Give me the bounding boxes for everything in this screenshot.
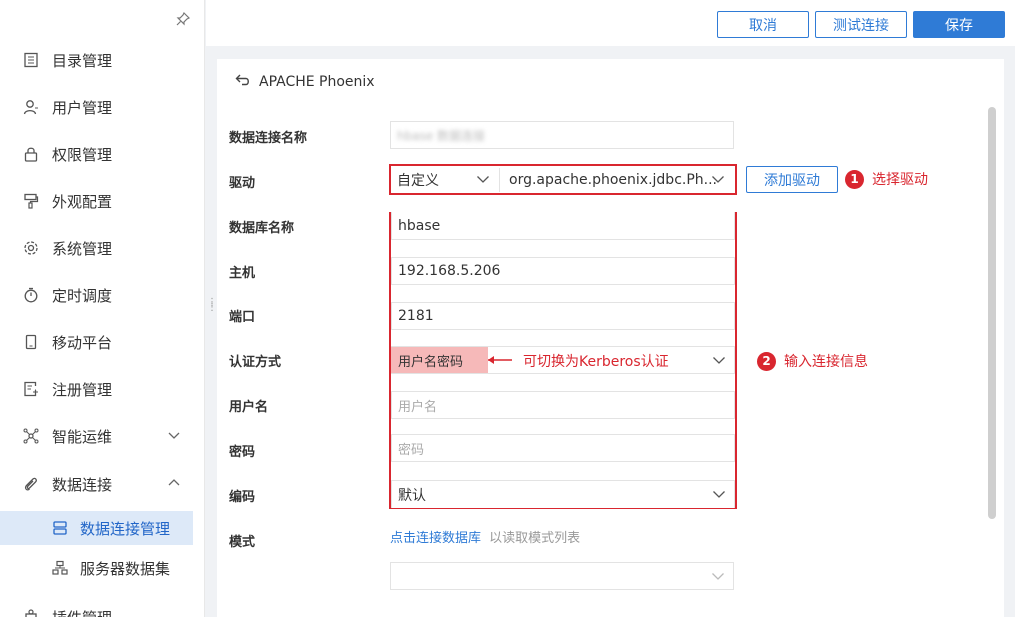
register-icon	[22, 380, 40, 398]
sidebar-item-label: 外观配置	[52, 192, 113, 211]
sidebar-item-label: 注册管理	[52, 380, 113, 399]
link-icon	[22, 475, 40, 493]
sidebar-item-label: 用户管理	[52, 98, 113, 117]
chevron-down-icon	[712, 487, 726, 504]
db-name-label: 数据库名称	[229, 221, 295, 236]
sidebar-item-appearance[interactable]: 外观配置	[0, 181, 204, 221]
resize-handle[interactable]: ⋮ ⋮	[207, 298, 217, 316]
step2-text: 输入连接信息	[784, 354, 868, 370]
sidebar-subitem-data-connection-manage[interactable]: 数据连接管理	[0, 511, 193, 545]
chevron-down-icon	[711, 569, 725, 586]
schema-hint: 以读取模式列表	[489, 531, 581, 546]
sidebar-item-schedule[interactable]: 定时调度	[0, 275, 204, 315]
username-input[interactable]: 用户名	[391, 391, 735, 419]
db-name-input[interactable]: hbase	[391, 212, 735, 240]
schema-hint-row: 点击连接数据库 以读取模式列表	[390, 527, 580, 546]
plugin-icon	[22, 608, 40, 617]
step1-annotation: 1 选择驱动	[845, 169, 928, 189]
connection-form-panel: APACHE Phoenix 数据连接名称 hbase 数据连接 驱动 自定义 …	[217, 59, 1004, 617]
sidebar-item-label: 移动平台	[52, 333, 113, 352]
host-label: 主机	[229, 266, 256, 281]
test-connection-button[interactable]: 测试连接	[815, 11, 907, 38]
username-placeholder: 用户名	[398, 399, 438, 415]
connect-database-link[interactable]: 点击连接数据库	[390, 531, 481, 546]
step2-annotation: 2 输入连接信息	[757, 351, 868, 371]
driver-label: 驱动	[229, 176, 256, 191]
schema-select[interactable]	[390, 562, 734, 590]
host-input[interactable]: 192.168.5.206	[391, 257, 735, 285]
step1-text: 选择驱动	[872, 172, 928, 188]
sidebar-item-label: 系统管理	[52, 239, 113, 258]
port-label: 端口	[229, 310, 256, 325]
ops-icon	[22, 427, 40, 445]
cancel-button[interactable]: 取消	[717, 11, 809, 38]
sidebar-item-system[interactable]: 系统管理	[0, 228, 204, 268]
sidebar-item-mobile[interactable]: 移动平台	[0, 322, 204, 362]
timer-icon	[22, 286, 40, 304]
sidebar-subitem-label: 数据连接管理	[80, 519, 171, 538]
page-title: APACHE Phoenix	[259, 74, 375, 90]
sidebar-item-label: 智能运维	[52, 427, 113, 446]
kerberos-note: 可切换为Kerberos认证	[523, 354, 669, 370]
password-input[interactable]: 密码	[391, 434, 735, 462]
back-link[interactable]: APACHE Phoenix	[235, 73, 375, 91]
port-value: 2181	[398, 308, 434, 324]
left-arrow-icon	[487, 353, 513, 369]
brush-icon	[22, 192, 40, 210]
add-driver-button[interactable]: 添加驱动	[746, 166, 838, 193]
chevron-down-icon	[712, 353, 726, 370]
port-input[interactable]: 2181	[391, 302, 735, 330]
sidebar-subitem-server-dataset[interactable]: 服务器数据集	[0, 551, 193, 585]
sidebar-item-label: 插件管理	[52, 607, 112, 617]
driver-highlight-box	[389, 164, 737, 195]
connection-name-label: 数据连接名称	[229, 131, 308, 146]
back-arrow-icon	[235, 73, 251, 91]
encoding-label: 编码	[229, 490, 256, 505]
catalog-icon	[22, 51, 40, 69]
sidebar-item-users[interactable]: 用户管理	[0, 87, 204, 127]
sidebar-subitem-label: 服务器数据集	[80, 559, 171, 578]
connection-name-value: hbase 数据连接	[397, 128, 486, 143]
step2-badge: 2	[757, 351, 776, 371]
auth-value: 用户名密码	[398, 355, 464, 370]
host-value: 192.168.5.206	[398, 263, 501, 279]
sidebar-item-catalog[interactable]: 目录管理	[0, 40, 204, 80]
encoding-select[interactable]: 默认	[391, 480, 735, 508]
mobile-icon	[22, 333, 40, 351]
db-name-value: hbase	[398, 217, 441, 234]
toolbar: 取消 测试连接 保存	[206, 0, 1015, 46]
password-placeholder: 密码	[398, 442, 425, 458]
pin-icon[interactable]	[175, 11, 191, 28]
user-icon	[22, 98, 40, 116]
auth-label: 认证方式	[229, 355, 282, 370]
sidebar-item-register[interactable]: 注册管理	[0, 369, 204, 409]
scrollbar[interactable]	[988, 107, 996, 519]
sidebar-item-permissions[interactable]: 权限管理	[0, 134, 204, 174]
sidebar-item-label: 目录管理	[52, 51, 113, 70]
password-label: 密码	[229, 445, 256, 460]
sidebar-item-ops[interactable]: 智能运维	[0, 416, 204, 456]
lock-icon	[22, 145, 40, 163]
connection-name-input[interactable]: hbase 数据连接	[390, 121, 734, 149]
encoding-value: 默认	[398, 487, 426, 504]
sidebar-item-label: 权限管理	[52, 145, 113, 164]
chevron-up-icon	[167, 476, 181, 493]
sidebar-item-data-connection[interactable]: 数据连接	[0, 464, 204, 504]
gear-icon	[22, 239, 40, 257]
database-icon	[52, 520, 68, 536]
save-button[interactable]: 保存	[913, 11, 1005, 38]
server-dataset-icon	[52, 560, 68, 576]
sidebar-item-plugins[interactable]: 插件管理	[0, 597, 204, 617]
sidebar: 目录管理 用户管理 权限管理 外观配置 系统管理 定时调度 移动平台 注册管理 …	[0, 0, 205, 617]
sidebar-item-label: 定时调度	[52, 286, 113, 305]
schema-label: 模式	[229, 535, 256, 550]
username-label: 用户名	[229, 400, 269, 415]
kerberos-annotation: 可切换为Kerberos认证	[487, 351, 669, 371]
sidebar-item-label: 数据连接	[52, 475, 113, 494]
chevron-down-icon	[167, 428, 181, 445]
step1-badge: 1	[845, 169, 864, 189]
